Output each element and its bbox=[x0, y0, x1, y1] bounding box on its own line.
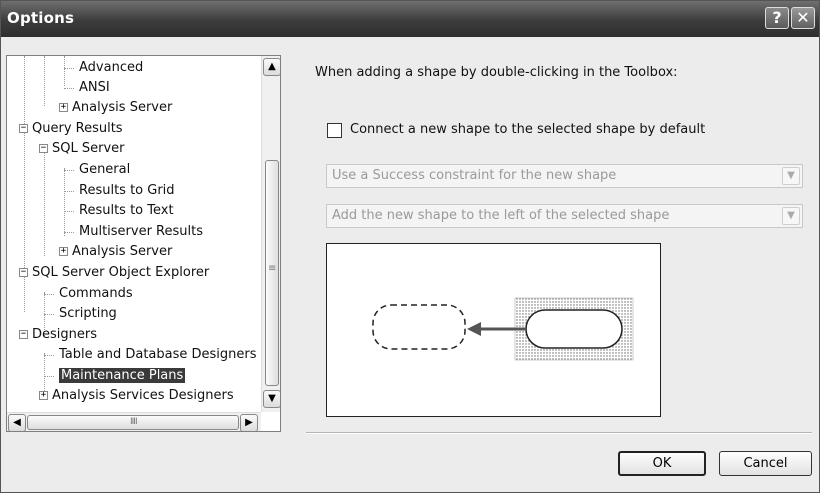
tree-item-label: Query Results bbox=[32, 121, 123, 136]
tree-item-analysis-services-designers[interactable]: + Analysis Services Designers bbox=[39, 386, 234, 406]
tree-item-sql-server[interactable]: − SQL Server bbox=[39, 139, 125, 159]
grip-icon: IIII bbox=[130, 417, 138, 427]
position-select: Add the new shape to the left of the sel… bbox=[326, 204, 803, 228]
tree-item-label: Designers bbox=[32, 327, 97, 342]
options-dialog: Options ? ✕ Advanced ANSI + Analysis Ser… bbox=[0, 0, 820, 493]
tree-item-label: Scripting bbox=[59, 306, 117, 321]
expand-icon[interactable]: + bbox=[59, 247, 68, 256]
expand-icon[interactable]: + bbox=[59, 103, 68, 112]
grip-icon: ≡ bbox=[268, 263, 277, 274]
constraint-select: Use a Success constraint for the new sha… bbox=[326, 164, 803, 188]
tree-item-analysis-server[interactable]: + Analysis Server bbox=[59, 98, 172, 118]
collapse-icon[interactable]: − bbox=[19, 124, 28, 133]
tree-item-label: Results to Grid bbox=[79, 183, 175, 198]
close-icon: ✕ bbox=[796, 8, 810, 27]
tree-item-label: Advanced bbox=[79, 60, 144, 75]
footer-separator bbox=[306, 432, 812, 434]
cancel-button[interactable]: Cancel bbox=[719, 451, 812, 476]
chevron-down-icon: ▼ bbox=[268, 393, 276, 404]
shape-preview bbox=[326, 243, 661, 417]
horizontal-scroll-thumb[interactable]: IIII bbox=[27, 415, 239, 430]
tree-item-results-to-text[interactable]: Results to Text bbox=[79, 201, 174, 221]
help-icon: ? bbox=[772, 8, 782, 27]
tree-item-label: Analysis Services Designers bbox=[52, 388, 234, 403]
scroll-right-button[interactable]: ▶ bbox=[240, 414, 258, 431]
tree-item-label: SQL Server Object Explorer bbox=[32, 265, 210, 280]
tree-item-scripting[interactable]: Scripting bbox=[59, 304, 117, 324]
collapse-icon[interactable]: − bbox=[19, 330, 28, 339]
scroll-down-button[interactable]: ▼ bbox=[263, 390, 280, 408]
position-select-value: Add the new shape to the left of the sel… bbox=[332, 208, 670, 223]
vertical-scroll-thumb[interactable]: ≡ bbox=[265, 160, 279, 386]
tree-item-query-results[interactable]: − Query Results bbox=[19, 119, 123, 139]
tree-item-label: Table and Database Designers bbox=[59, 347, 257, 362]
connect-shape-checkbox[interactable] bbox=[327, 123, 342, 138]
tree-item-label: ANSI bbox=[79, 80, 110, 95]
tree-item-sql-server-object-explorer[interactable]: − SQL Server Object Explorer bbox=[19, 263, 209, 283]
tree-item-label: General bbox=[79, 162, 131, 177]
tree-item-label: Analysis Server bbox=[72, 100, 173, 115]
tree-horizontal-scrollbar[interactable]: ◀ IIII ▶ bbox=[7, 412, 261, 431]
chevron-right-icon: ▶ bbox=[245, 417, 253, 428]
settings-prompt: When adding a shape by double-clicking i… bbox=[315, 65, 678, 80]
tree-item-label: SQL Server bbox=[52, 141, 125, 156]
title-bar[interactable]: Options ? ✕ bbox=[1, 1, 819, 37]
dropdown-arrow-icon: ▼ bbox=[782, 167, 800, 185]
tree-item-maintenance-plans[interactable]: Maintenance Plans bbox=[59, 366, 186, 386]
scroll-left-button[interactable]: ◀ bbox=[8, 414, 26, 431]
tree-item-designers[interactable]: − Designers bbox=[19, 325, 97, 345]
collapse-icon[interactable]: − bbox=[19, 268, 28, 277]
options-tree[interactable]: Advanced ANSI + Analysis Server − Query Re… bbox=[6, 55, 281, 432]
tree-item-results-to-grid[interactable]: Results to Grid bbox=[79, 181, 175, 201]
tree-item-label: Maintenance Plans bbox=[59, 368, 186, 383]
collapse-icon[interactable]: − bbox=[39, 144, 48, 153]
chevron-left-icon: ◀ bbox=[13, 417, 21, 428]
dialog-title: Options bbox=[7, 9, 75, 27]
help-button[interactable]: ? bbox=[765, 7, 789, 29]
close-button[interactable]: ✕ bbox=[791, 7, 815, 29]
selected-shape bbox=[525, 309, 623, 349]
shape-preview-diagram bbox=[372, 297, 634, 361]
tree-item-analysis-server[interactable]: + Analysis Server bbox=[59, 242, 172, 262]
tree-item-commands[interactable]: Commands bbox=[59, 284, 133, 304]
tree-item-general[interactable]: General bbox=[79, 160, 130, 180]
ok-button[interactable]: OK bbox=[618, 451, 706, 476]
scroll-up-button[interactable]: ▲ bbox=[263, 58, 280, 76]
tree-item-multiserver-results[interactable]: Multiserver Results bbox=[79, 222, 203, 242]
tree-item-advanced[interactable]: Advanced bbox=[79, 58, 143, 78]
tree-item-label: Analysis Server bbox=[72, 244, 173, 259]
constraint-select-value: Use a Success constraint for the new sha… bbox=[332, 168, 617, 183]
tree-item-label: Results to Text bbox=[79, 203, 174, 218]
chevron-up-icon: ▲ bbox=[268, 61, 276, 72]
tree-item-table-and-database-designers[interactable]: Table and Database Designers bbox=[59, 345, 257, 365]
tree-item-label: Commands bbox=[59, 286, 133, 301]
expand-icon[interactable]: + bbox=[39, 391, 48, 400]
tree-item-label: Multiserver Results bbox=[79, 224, 204, 239]
dropdown-arrow-icon: ▼ bbox=[782, 207, 800, 225]
tree-item-ansi[interactable]: ANSI bbox=[79, 78, 110, 98]
tree-vertical-scrollbar[interactable]: ▲ ≡ ▼ bbox=[261, 56, 280, 412]
new-shape-placeholder bbox=[372, 304, 466, 350]
connect-shape-label[interactable]: Connect a new shape to the selected shap… bbox=[350, 122, 705, 137]
arrow-head-icon bbox=[467, 322, 481, 336]
